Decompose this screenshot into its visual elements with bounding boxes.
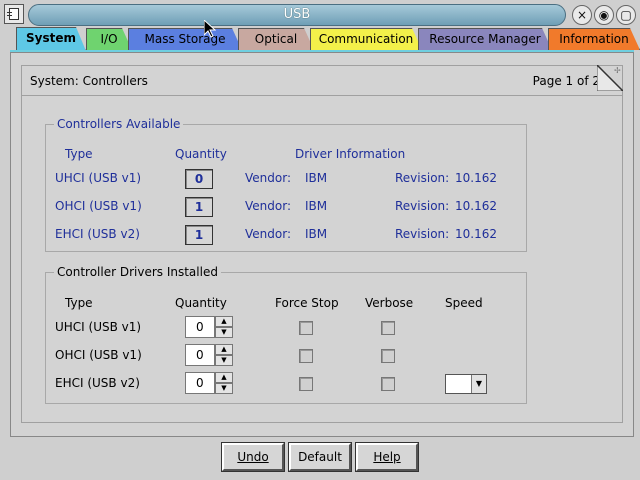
button-label: Undo [237, 450, 269, 464]
undo-button[interactable]: Undo [221, 442, 285, 472]
quantity-stepper[interactable]: 0 ▲ ▼ [185, 372, 235, 394]
tab-io[interactable]: I/O [86, 28, 132, 50]
speed-select[interactable]: ▼ [445, 374, 487, 394]
tab-resource-manager[interactable]: Resource Manager [418, 28, 552, 50]
close-icon[interactable]: ▢ [616, 5, 636, 25]
vendor-label: Vendor: [245, 171, 291, 185]
stepper-up-icon[interactable]: ▲ [215, 316, 233, 327]
revision-value: 10.162 [455, 227, 497, 241]
stepper-up-icon[interactable]: ▲ [215, 344, 233, 355]
column-header-quantity: Quantity [175, 296, 227, 310]
mouse-cursor-icon [204, 20, 216, 38]
revision-label: Revision: [395, 227, 450, 241]
tab-mass-storage[interactable]: Mass Storage [128, 28, 242, 50]
page-header: System: Controllers Page 1 of 2 ✢ [22, 65, 623, 96]
verbose-checkbox[interactable] [381, 321, 395, 335]
revision-label: Revision: [395, 199, 450, 213]
quantity-value[interactable]: 0 [185, 372, 215, 394]
verbose-checkbox[interactable] [381, 377, 395, 391]
driver-type: OHCI (USB v1) [55, 348, 142, 362]
force-stop-checkbox[interactable] [299, 349, 313, 363]
controller-type: OHCI (USB v1) [55, 199, 142, 213]
column-header-speed: Speed [445, 296, 483, 310]
tab-information[interactable]: Information [548, 28, 640, 50]
tab-optical[interactable]: Optical [238, 28, 314, 50]
quantity-value[interactable]: 0 [185, 316, 215, 338]
default-button[interactable]: Default [288, 442, 352, 472]
column-header-quantity: Quantity [175, 147, 227, 161]
vendor-label: Vendor: [245, 227, 291, 241]
vendor-label: Vendor: [245, 199, 291, 213]
page-turn-icon[interactable]: ✢ [597, 65, 623, 91]
force-stop-checkbox[interactable] [299, 321, 313, 335]
stepper-down-icon[interactable]: ▼ [215, 327, 233, 338]
maximize-icon[interactable]: ◉ [594, 5, 614, 25]
controller-type: EHCI (USB v2) [55, 227, 140, 241]
column-header-driver-info: Driver Information [295, 147, 406, 161]
controllers-available-group: Controllers Available Type Quantity Driv… [45, 117, 527, 252]
stepper-up-icon[interactable]: ▲ [215, 372, 233, 383]
verbose-checkbox[interactable] [381, 349, 395, 363]
controller-type: UHCI (USB v1) [55, 171, 142, 185]
help-button[interactable]: Help [355, 442, 419, 472]
controller-quantity: 1 [185, 225, 213, 245]
main-panel: System: Controllers Page 1 of 2 ✢ Contro… [10, 52, 634, 437]
svg-text:✢: ✢ [614, 66, 621, 75]
column-header-type: Type [65, 296, 93, 310]
controller-quantity: 1 [185, 197, 213, 217]
button-label: Help [373, 450, 401, 464]
button-label: Default [298, 450, 342, 464]
quantity-stepper[interactable]: 0 ▲ ▼ [185, 344, 235, 366]
group-title: Controllers Available [54, 117, 184, 131]
drivers-installed-group: Controller Drivers Installed Type Quanti… [45, 265, 527, 404]
chevron-down-icon[interactable]: ▼ [471, 375, 486, 393]
tab-label: Communication [318, 32, 414, 46]
group-title: Controller Drivers Installed [54, 265, 221, 279]
page-frame: System: Controllers Page 1 of 2 ✢ Contro… [21, 65, 623, 423]
vendor-value: IBM [305, 227, 328, 241]
column-header-force-stop: Force Stop [275, 296, 339, 310]
column-header-verbose: Verbose [365, 296, 414, 310]
window-title: USB [283, 7, 311, 22]
controller-quantity: 0 [185, 169, 213, 189]
quantity-value[interactable]: 0 [185, 344, 215, 366]
breadcrumb: System: Controllers [30, 74, 148, 88]
force-stop-checkbox[interactable] [299, 377, 313, 391]
title-bar-drag[interactable]: USB [28, 4, 566, 26]
tab-label: Information [559, 32, 629, 46]
revision-value: 10.162 [455, 171, 497, 185]
stepper-down-icon[interactable]: ▼ [215, 355, 233, 366]
tab-system[interactable]: System [16, 27, 86, 51]
revision-label: Revision: [395, 171, 450, 185]
stepper-down-icon[interactable]: ▼ [215, 383, 233, 394]
vendor-value: IBM [305, 171, 328, 185]
tab-label: I/O [100, 32, 118, 46]
tab-communication[interactable]: Communication [310, 28, 422, 50]
vendor-value: IBM [305, 199, 328, 213]
page-indicator: Page 1 of 2 [532, 74, 600, 88]
revision-value: 10.162 [455, 199, 497, 213]
tab-label: Optical [254, 32, 298, 46]
driver-type: EHCI (USB v2) [55, 376, 140, 390]
tab-label: System [26, 31, 76, 45]
minimize-icon[interactable]: × [572, 5, 592, 25]
tab-label: Resource Manager [429, 32, 541, 46]
driver-type: UHCI (USB v1) [55, 320, 142, 334]
window-menu-icon[interactable] [4, 4, 24, 24]
title-bar: USB × ◉ ▢ [0, 0, 640, 30]
column-header-type: Type [65, 147, 93, 161]
quantity-stepper[interactable]: 0 ▲ ▼ [185, 316, 235, 338]
